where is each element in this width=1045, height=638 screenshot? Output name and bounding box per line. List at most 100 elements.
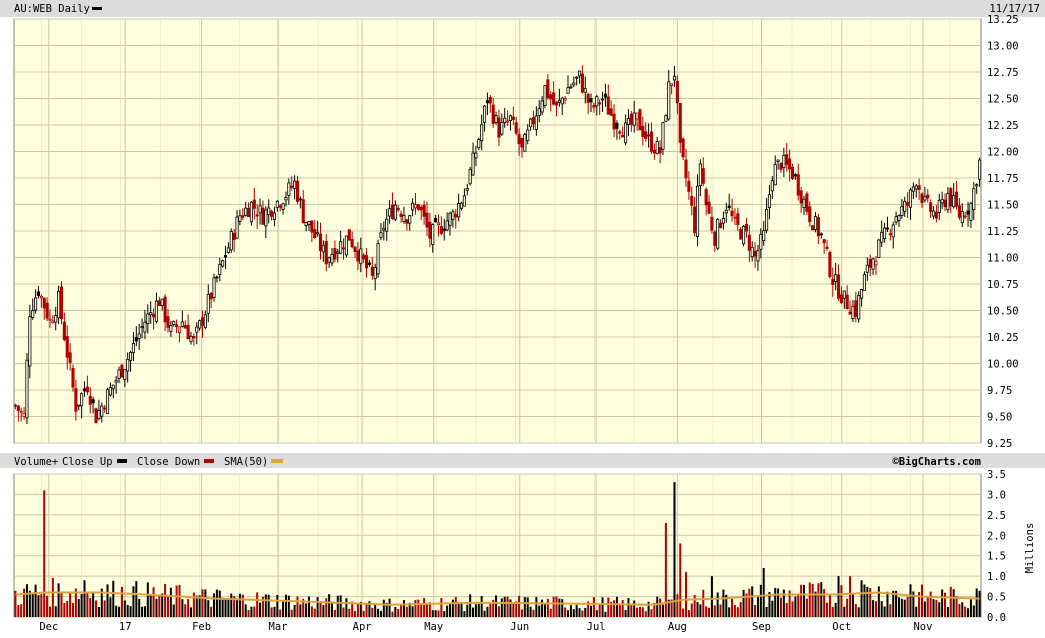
- candle-body: [575, 76, 579, 79]
- candle-body: [321, 244, 325, 253]
- volume-bar-up: [276, 594, 279, 617]
- price-tick-label: 11.25: [987, 226, 1019, 238]
- candle-body: [74, 388, 78, 412]
- candle-body: [819, 233, 823, 236]
- volume-bar-up: [558, 598, 561, 617]
- x-axis-label: Oct: [832, 621, 851, 633]
- volume-bar-up: [143, 606, 146, 617]
- volume-bar-down: [920, 584, 924, 617]
- volume-bar-up: [946, 606, 949, 617]
- candle-body: [687, 180, 691, 192]
- candle-body: [790, 166, 795, 180]
- volume-bar-up: [474, 604, 477, 617]
- volume-bar-down: [650, 609, 653, 617]
- candle-body: [788, 158, 792, 170]
- volume-bar-up: [322, 605, 325, 617]
- candle-body: [126, 358, 130, 372]
- candle-body: [264, 209, 268, 227]
- candle-body: [730, 210, 734, 217]
- candle-body: [894, 216, 898, 223]
- volume-bar-up: [633, 600, 636, 617]
- candle-body: [753, 250, 757, 257]
- candle-body: [57, 290, 61, 319]
- candle-body: [379, 232, 383, 238]
- price-axis-ticks: 9.25 9.50 9.75 10.00 10.25 10.50 10.75 11.00 11.…: [987, 14, 1019, 450]
- volume-bar-up: [759, 584, 762, 617]
- candle-body: [805, 193, 809, 212]
- candle-body: [834, 274, 838, 282]
- volume-bar-up: [969, 599, 972, 617]
- candle-body: [448, 212, 452, 226]
- candle-body: [442, 228, 446, 231]
- price-tick-label: 10.50: [987, 306, 1019, 318]
- volume-bar-down: [828, 595, 831, 617]
- volume-bar-up: [345, 598, 348, 617]
- candle-body: [546, 79, 550, 98]
- candle-body: [796, 174, 800, 196]
- candle-body: [186, 324, 190, 340]
- volume-bar-down: [60, 591, 63, 617]
- volume-bar-down: [296, 596, 299, 617]
- candle-body: [474, 152, 478, 159]
- volume-bar-down: [310, 606, 313, 617]
- volume-bar-up: [526, 597, 529, 617]
- volume-bar-down: [826, 602, 829, 617]
- price-tick-label: 9.25: [987, 438, 1012, 450]
- candle-body: [445, 220, 449, 231]
- volume-bar-up: [267, 594, 270, 617]
- volume-bar-down: [958, 604, 961, 617]
- volume-bar-down: [659, 598, 662, 617]
- candle-body: [603, 93, 607, 98]
- candle-body: [641, 125, 645, 137]
- volume-bar-up: [284, 594, 287, 617]
- candle-body: [465, 188, 469, 191]
- candle-body: [911, 186, 915, 192]
- candle-body: [759, 234, 763, 250]
- candle-body: [157, 300, 161, 307]
- volume-bar-down: [51, 577, 54, 617]
- price-tick-label: 9.75: [987, 385, 1012, 397]
- volume-bar-down: [687, 610, 690, 617]
- candle-body: [848, 311, 852, 315]
- candle-body: [583, 88, 587, 93]
- volume-bar-down: [929, 591, 932, 617]
- candle-body: [105, 389, 110, 414]
- candle-body: [94, 408, 98, 424]
- price-tick-label: 9.50: [987, 412, 1012, 424]
- volume-bar-down: [854, 604, 857, 617]
- volume-bar-up: [495, 595, 498, 617]
- volume-bar-down: [713, 605, 716, 617]
- volume-bar-down: [46, 595, 49, 617]
- candle-body: [868, 259, 872, 268]
- candle-body: [327, 257, 331, 263]
- candle-body: [543, 85, 547, 106]
- candle-body: [647, 134, 651, 137]
- volume-bar-down: [679, 543, 682, 617]
- volume-bar-up: [624, 610, 627, 617]
- volume-bar-up: [909, 584, 912, 617]
- candle-body: [508, 115, 513, 122]
- candle-body: [770, 180, 774, 192]
- candle-body: [477, 139, 481, 149]
- candle-body: [206, 294, 210, 314]
- volume-bar-down: [425, 604, 428, 617]
- candle-body: [831, 278, 835, 285]
- candle-body: [324, 241, 328, 265]
- volume-bar-down: [926, 596, 929, 617]
- candle-body: [313, 229, 317, 239]
- candle-body: [373, 267, 377, 279]
- candle-body: [137, 333, 141, 339]
- volume-bar-down: [17, 605, 20, 617]
- candle-body: [330, 254, 334, 264]
- volume-bar-down: [69, 592, 72, 617]
- candle-body: [68, 352, 72, 363]
- volume-bar-down: [371, 607, 374, 617]
- volume-bar-down: [791, 601, 794, 617]
- candle-body: [25, 359, 29, 419]
- candle-body: [952, 195, 956, 207]
- volume-bar-down: [342, 607, 345, 617]
- volume-bar-down: [512, 603, 515, 617]
- candle-body: [883, 227, 887, 240]
- candle-body: [494, 115, 498, 123]
- candle-body: [249, 201, 253, 223]
